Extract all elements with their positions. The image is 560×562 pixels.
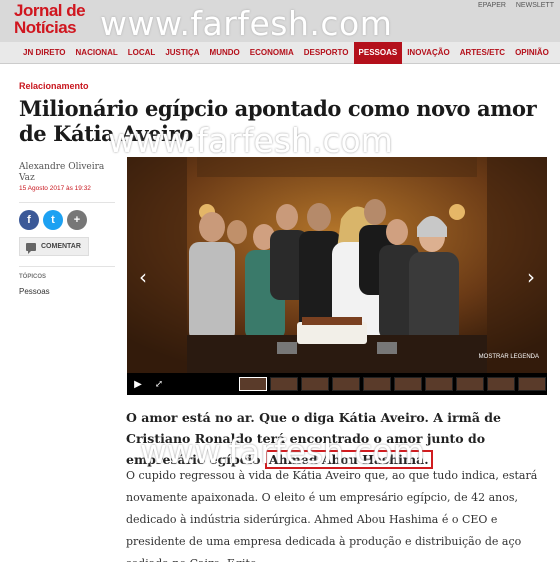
thumbnail-5[interactable] — [363, 377, 391, 391]
author-name[interactable]: Alexandre Oliveira Vaz — [19, 162, 109, 184]
topic-link[interactable]: Pessoas — [19, 287, 50, 296]
gallery-photo — [127, 157, 547, 373]
thumbnail-9[interactable] — [487, 377, 515, 391]
divider — [19, 202, 115, 203]
photo-gallery: ‹ › MOSTRAR LEGENDA ▶ ⤢ — [127, 157, 547, 395]
top-links: EPAPER NEWSLETT — [470, 2, 554, 9]
site-logo[interactable]: Jornal de Notícias — [14, 2, 96, 36]
nav-item-pessoas[interactable]: PESSOAS — [353, 41, 403, 64]
comment-label: COMENTAR — [41, 243, 81, 250]
nav-item-desporto[interactable]: DESPORTO — [299, 42, 354, 64]
nav-item-economia[interactable]: ECONOMIA — [245, 42, 299, 64]
facebook-icon[interactable]: f — [19, 210, 39, 230]
thumbnail-6[interactable] — [394, 377, 422, 391]
more-share-icon[interactable]: + — [67, 210, 87, 230]
thumbnail-1[interactable] — [239, 377, 267, 391]
nav-item-local[interactable]: LOCAL — [123, 42, 161, 64]
watermark-top: www.farfesh.com — [100, 4, 393, 43]
publish-date: 15 Agosto 2017 às 19:32 — [19, 185, 91, 192]
nav-item-opiniao[interactable]: OPINIÃO — [510, 42, 554, 64]
nav-item-mundo[interactable]: MUNDO — [205, 42, 245, 64]
show-caption-button[interactable]: MOSTRAR LEGENDA — [479, 354, 539, 360]
site-header: Jornal de Notícias www.farfesh.com EPAPE… — [0, 0, 560, 43]
thumbnail-3[interactable] — [301, 377, 329, 391]
nav-item-inovacao[interactable]: INOVAÇÃO — [402, 42, 455, 64]
twitter-icon[interactable]: t — [43, 210, 63, 230]
divider — [19, 266, 115, 267]
fullscreen-icon[interactable]: ⤢ — [149, 379, 169, 390]
thumbnail-strip — [239, 377, 546, 391]
next-arrow-icon[interactable]: › — [527, 265, 535, 289]
share-buttons: f t + — [19, 210, 87, 230]
nav-item-artes[interactable]: ARTES/ETC — [455, 42, 510, 64]
nav-item-nacional[interactable]: NACIONAL — [71, 42, 123, 64]
article-body: O cupido regressou à vida de Kátia Aveir… — [126, 469, 538, 562]
section-label[interactable]: Relacionamento — [19, 81, 89, 91]
play-icon[interactable]: ▶ — [127, 379, 149, 390]
thumbnail-4[interactable] — [332, 377, 360, 391]
newsletter-link[interactable]: NEWSLETT — [516, 2, 554, 9]
main-nav: JN DIRETO NACIONAL LOCAL JUSTIÇA MUNDO E… — [0, 41, 560, 64]
logo-line1: Jornal de — [14, 1, 86, 20]
thumbnail-bar: ▶ ⤢ — [127, 373, 547, 395]
thumbnail-10[interactable] — [518, 377, 546, 391]
logo-line2: Notícias — [14, 18, 77, 37]
previous-arrow-icon[interactable]: ‹ — [139, 265, 147, 289]
nav-item-justica[interactable]: JUSTIÇA — [160, 42, 204, 64]
comment-icon — [26, 242, 36, 254]
thumbnail-2[interactable] — [270, 377, 298, 391]
epaper-link[interactable]: EPAPER — [478, 2, 506, 9]
comment-button[interactable]: COMENTAR — [19, 237, 89, 256]
thumbnail-8[interactable] — [456, 377, 484, 391]
nav-item-jn-direto[interactable]: JN DIRETO — [18, 42, 71, 64]
topics-heading: TÓPICOS — [19, 274, 47, 280]
thumbnail-7[interactable] — [425, 377, 453, 391]
watermark-middle: www.farfesh.com — [108, 121, 393, 160]
